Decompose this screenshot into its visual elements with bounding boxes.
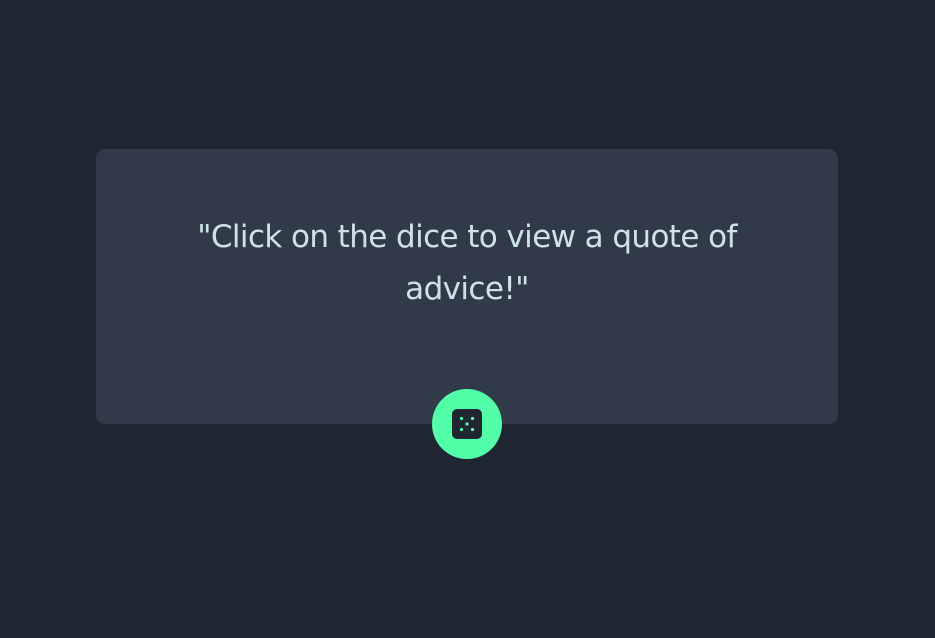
dice-icon: [452, 409, 482, 439]
page: "Click on the dice to view a quote of ad…: [0, 0, 935, 638]
dice-button[interactable]: [432, 389, 502, 459]
advice-quote: "Click on the dice to view a quote of ad…: [197, 219, 737, 307]
advice-card: "Click on the dice to view a quote of ad…: [96, 149, 838, 424]
